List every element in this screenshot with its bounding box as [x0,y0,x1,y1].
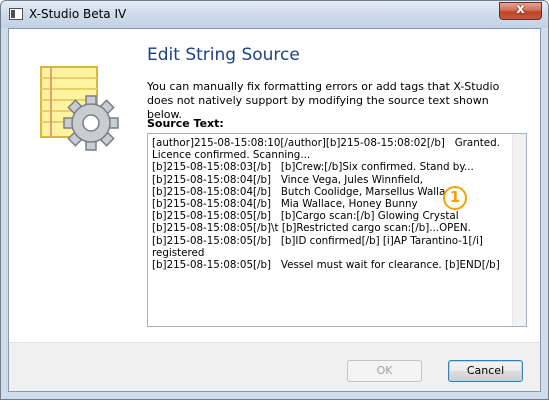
cancel-button[interactable]: Cancel [448,360,523,382]
dialog-description: You can manually fix formatting errors o… [147,80,500,121]
dialog-body: Edit String Source You can manually fix … [8,28,541,392]
dialog-window: X-Studio Beta IV x Edit String Source Yo… [0,0,549,400]
source-text-editor[interactable]: [author]215-08-15:08:10[/author][b]215-0… [147,133,527,327]
vertical-scrollbar[interactable] [512,134,526,326]
title-bar[interactable]: X-Studio Beta IV x [1,1,548,28]
source-text-label: Source Text: [147,117,224,130]
close-button[interactable]: x [499,2,542,20]
source-text-content[interactable]: [author]215-08-15:08:10[/author][b]215-0… [150,136,518,326]
notepad-gear-icon [40,66,119,151]
window-icon [9,8,23,20]
annotation-badge: 1 [443,186,467,210]
dialog-heading: Edit String Source [147,45,300,65]
ok-button[interactable]: OK [347,360,422,382]
window-title: X-Studio Beta IV [29,7,127,21]
close-icon: x [516,2,525,17]
